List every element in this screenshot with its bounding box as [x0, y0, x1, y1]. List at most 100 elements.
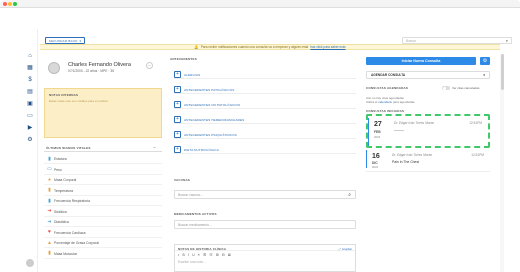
document-icon[interactable]: ▤ — [26, 88, 34, 96]
antecedente-item[interactable]: + ANTECEDENTES PSIQUIÁTRICOS — [174, 130, 356, 139]
lungs-icon: ▮ — [48, 197, 51, 204]
video-icon[interactable]: ▶ — [26, 124, 34, 132]
canceled-toggle[interactable] — [442, 86, 450, 90]
plus-icon[interactable]: + — [174, 146, 181, 153]
medicamentos-input[interactable]: Buscar medicamento... — [174, 220, 356, 229]
editor-placeholder: Escribe una nota... — [178, 260, 206, 264]
plus-icon[interactable]: + — [174, 101, 181, 108]
antecedente-item[interactable]: + ANTECEDENTES PATOLÓGICOS — [174, 85, 356, 94]
chevron-down-icon: ▾ — [79, 38, 82, 43]
vital-row[interactable]: ▮ Temperatura — [44, 186, 162, 196]
plus-icon[interactable]: + — [174, 116, 181, 123]
vital-label: Frecuencia Respiratoria — [54, 199, 90, 203]
antecedente-label: ALERGIAS — [184, 73, 201, 77]
notes-title: NOTAS INTERNAS — [49, 93, 79, 97]
gear-icon: ⚙ — [482, 58, 488, 64]
notification-link[interactable]: haz click para saber más — [310, 45, 345, 49]
secondary-button-label: SECUNDAR BANO — [48, 38, 78, 43]
medicamentos-placeholder: Buscar medicamento... — [178, 222, 212, 227]
plus-icon[interactable]: + — [174, 86, 181, 93]
secondary-button[interactable]: SECUNDAR BANO ▾ — [45, 37, 85, 44]
vital-row[interactable]: ➜ Sistólica — [44, 207, 162, 217]
antecedente-label: ANTECEDENTES PATOLÓGICOS — [184, 88, 235, 92]
antecedente-item[interactable]: + ANTECEDENTES HEREDOFAMILIARES — [174, 115, 356, 124]
home-icon[interactable]: ⌂ — [26, 52, 34, 60]
appointment-year: 2022 — [372, 165, 379, 169]
vital-row[interactable]: ➜ Diastólica — [44, 217, 162, 227]
internal-notes[interactable]: NOTAS INTERNAS Estas notas solo son visi… — [44, 88, 162, 138]
vital-row[interactable]: ▮ Estatura — [44, 154, 162, 164]
appointment-item[interactable]: 27 FEB 2023 Dr. Edgar Iván Torres Moran … — [366, 114, 490, 148]
plus-icon[interactable]: + — [174, 131, 181, 138]
page-scrollbar[interactable] — [500, 54, 504, 272]
expand-link[interactable]: ⤢ Ampliar — [338, 247, 352, 251]
arrow-up-icon: ➜ — [47, 208, 52, 214]
ruler-icon: ▮ — [48, 155, 51, 162]
new-consultation-button[interactable]: Iniciar Nueva Consulta — [366, 57, 476, 65]
expand-label: Ampliar — [341, 246, 352, 251]
vital-label: Masa Corporal — [54, 178, 77, 182]
vacunas-input[interactable]: Buscar vacuna... ⌕ — [174, 190, 356, 199]
calendar-icon[interactable]: ▦ — [26, 64, 34, 72]
scrollbar-thumb[interactable] — [500, 54, 504, 90]
top-bar: SECUNDAR BANO ▾ Buscar ⌕ — [22, 32, 512, 44]
user-icon[interactable] — [26, 259, 34, 267]
body-icon: ● — [47, 176, 52, 183]
search-icon[interactable]: ⌕ — [506, 38, 508, 43]
schedule-consultation-button[interactable]: AGENDAR CONSULTA ▾ — [366, 71, 490, 79]
patient-name: Charles Fernando Olivera — [68, 62, 131, 68]
close-window-button[interactable] — [3, 2, 7, 6]
empty-hint-suffix: para agendarlas. — [392, 100, 416, 104]
antecedente-label: ANTECEDENTES NO PATOLÓGICOS — [184, 103, 241, 107]
patient-menu-button[interactable]: ⋯ — [146, 62, 153, 69]
middle-column: ANTECEDENTES + ALERGIAS + ANTECEDENTES PATO… — [170, 54, 362, 272]
scale-icon: ▭ — [47, 166, 52, 172]
scheduled-title: CONSULTAS AGENDADAS — [366, 86, 409, 90]
antecedente-item[interactable]: + ANTECEDENTES NO PATOLÓGICOS — [174, 100, 356, 109]
appointment-day: 16 — [372, 153, 380, 160]
clinical-notes-editor[interactable]: NOTAS DE HISTORIA CLÍNICA ⤢ Ampliar • B … — [174, 244, 356, 272]
plus-icon[interactable]: + — [174, 71, 181, 78]
vital-label: Porcentaje de Grasa Corporal — [54, 241, 100, 245]
minimize-window-button[interactable] — [8, 2, 12, 6]
search-input[interactable]: Buscar ⌕ — [402, 37, 512, 44]
search-icon: ⌕ — [348, 192, 351, 198]
editor-toolbar[interactable]: • B I U ≡ ☰ ☷ ⊞ ⊟ ⊠ — [178, 253, 232, 257]
vital-row[interactable]: ▮ Masa Muscular — [44, 249, 162, 259]
maximize-window-button[interactable] — [13, 2, 17, 6]
calendar-link[interactable]: calendario — [378, 100, 392, 104]
chat-icon[interactable]: ▭ — [26, 112, 34, 120]
medicamentos-title: MEDICAMENTOS ACTIVOS — [174, 212, 217, 216]
vital-row[interactable]: ▭ Peso — [44, 165, 162, 175]
selected-indicator — [368, 118, 369, 146]
avatar — [48, 62, 60, 74]
notification-banner: 🔔 Para recibir notificaciones cuando una… — [40, 44, 500, 50]
grid-icon[interactable]: ▣ — [26, 100, 34, 108]
canceled-toggle-label: Ver citas canceladas — [452, 86, 480, 90]
vital-row[interactable]: ● Masa Corporal — [44, 175, 162, 185]
settings-icon[interactable]: ⚙ — [26, 136, 34, 144]
appointment-time: 12:51PM — [471, 153, 484, 157]
sidebar: ⌂ ▦ $ ▤ ▣ ▭ ▶ ⚙ — [22, 29, 38, 272]
bell-icon: 🔔 — [194, 45, 199, 49]
vitals-header: ÚLTIMOS SIGNOS VITALES − — [44, 144, 162, 152]
dollar-icon[interactable]: $ — [26, 76, 34, 84]
vital-row[interactable]: ▮ Frecuencia Respiratoria — [44, 196, 162, 206]
vital-label: Masa Muscular — [54, 251, 77, 256]
appointment-item[interactable]: 16 DIC 2022 Dr. Edgar Iván Torres Moran … — [366, 148, 490, 172]
appointment-year: 2023 — [374, 135, 381, 139]
search-placeholder: Buscar — [406, 38, 416, 43]
antecedente-item[interactable]: + ALERGIAS — [174, 70, 356, 79]
vital-label: Estatura — [54, 157, 67, 161]
vital-row[interactable]: ♥ Frecuencia Cardíaca — [44, 228, 162, 238]
notification-text: Para recibir notificaciones cuando una c… — [200, 45, 309, 49]
vital-row[interactable]: ▲ Porcentaje de Grasa Corporal — [44, 238, 162, 248]
antecedente-item[interactable]: + DIETA NUTRIOLÓGICA — [174, 145, 356, 154]
antecedentes-title: ANTECEDENTES — [170, 57, 197, 61]
vacunas-title: VACUNAS — [174, 178, 191, 182]
window-title-bar — [0, 0, 520, 8]
appointment-month: FEB — [374, 130, 381, 134]
appointment-doctor: Dr. Edgar Iván Torres Moran — [392, 153, 433, 157]
settings-button[interactable]: ⚙ — [480, 57, 490, 65]
collapse-icon[interactable]: − — [153, 145, 156, 151]
